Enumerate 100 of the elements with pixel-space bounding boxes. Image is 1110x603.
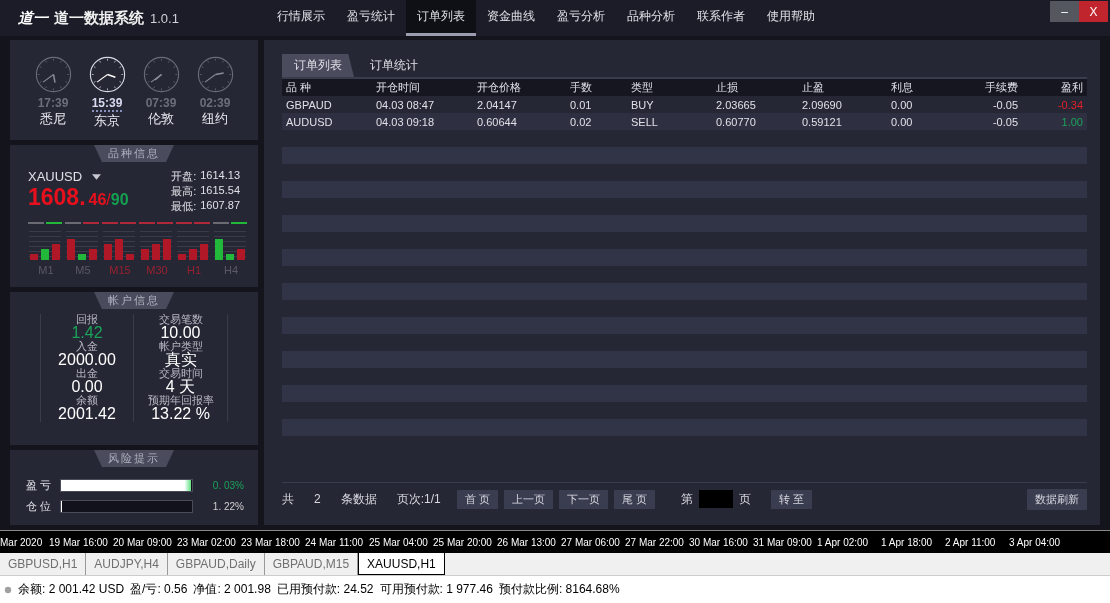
nav-tab[interactable]: 使用帮助 (756, 0, 826, 36)
nav-tab[interactable]: 盈亏统计 (336, 0, 406, 36)
time-axis-label: 20 Mar 09:00 (113, 536, 173, 548)
page-button[interactable]: 首 页 (456, 489, 498, 509)
account-value: 0.00 (71, 379, 103, 395)
clock-time: 17:39 (37, 96, 69, 110)
page-prefix: 第 (680, 490, 693, 508)
table-cell-text: 0.01 (570, 98, 593, 111)
minimize-button[interactable]: – (1050, 1, 1079, 22)
nav-tab[interactable]: 订单列表 (406, 0, 476, 36)
section-heading: 帐户信息 (94, 292, 174, 309)
chart-tab[interactable]: XAUUSD,H1 (358, 553, 445, 575)
page-button[interactable]: 下一页 (558, 489, 608, 509)
account-value: 真实 (164, 352, 197, 368)
table-cell-text: AUDUSD (286, 115, 334, 128)
app-version: 1.0.1 (150, 10, 179, 26)
bid-price: 46 (88, 191, 107, 209)
stat-label: 最低: (171, 199, 197, 214)
city-label: 纽约 (202, 110, 228, 128)
time-axis-label: 23 Mar 18:00 (241, 536, 301, 548)
table-cell-text: BUY (631, 98, 655, 111)
section-heading: 品种信息 (94, 145, 174, 162)
time-axis-label: 31 Mar 09:00 (753, 536, 813, 548)
risk-label: 盈 亏 (26, 478, 53, 493)
table-cell-text: -0.05 (991, 98, 1019, 111)
symbol-dropdown[interactable]: XAUUSD (28, 169, 102, 184)
sub-tab[interactable]: 订单列表 (282, 54, 354, 77)
stat-label: 最高: (171, 184, 197, 199)
account-label: 回报 (76, 314, 98, 325)
table-cell-text: 0.00 (891, 115, 914, 128)
nav-tab[interactable]: 行情展示 (266, 0, 336, 36)
column-header: 手数 (570, 80, 593, 95)
page-input[interactable] (698, 490, 733, 508)
page-button[interactable]: 尾 页 (613, 489, 655, 509)
account-label: 余额 (76, 395, 98, 406)
table-cell-text: 0.60644 (477, 115, 518, 128)
nav-tab[interactable]: 盈亏分析 (546, 0, 616, 36)
account-value: 13.22 % (151, 406, 210, 422)
table-cell-text: -0.05 (991, 115, 1019, 128)
table-cell-text: 0.00 (891, 98, 914, 111)
city-label: 伦敦 (148, 110, 174, 128)
close-button[interactable]: X (1079, 1, 1108, 22)
table-cell-text: 0.59121 (802, 115, 843, 128)
app-title: 道一数据系统 (54, 8, 144, 28)
total-label: 共 (282, 490, 294, 508)
table-cell-text: 2.04147 (477, 98, 518, 111)
time-axis-label: 27 Mar 06:00 (561, 536, 621, 548)
time-axis-label: 24 Mar 11:00 (305, 536, 365, 548)
clock-time: 15:39 (91, 96, 123, 112)
table-cell-text: 0.02 (570, 115, 593, 128)
section-heading: 风险提示 (94, 450, 174, 467)
status-text: 盈/亏: 0.56 (130, 581, 188, 598)
column-header: 开仓时间 (376, 80, 421, 95)
status-text: 预付款比例: 8164.68% (498, 581, 620, 598)
chart-tab[interactable]: AUDJPY,H4 (86, 553, 168, 575)
clock-time: 02:39 (199, 96, 231, 110)
nav-tab[interactable]: 资金曲线 (476, 0, 546, 36)
clock-time: 07:39 (145, 96, 177, 110)
table-cell-text: 1.00 (1060, 115, 1083, 128)
chart-tab[interactable]: GBPAUD,Daily (167, 553, 265, 575)
city-label: 东京 (94, 112, 120, 130)
status-text: 已用预付款: 24.52 (276, 581, 374, 598)
table-cell-text: 04.03 08:47 (376, 98, 436, 111)
time-axis-label: 30 Mar 16:00 (689, 536, 749, 548)
account-label: 帐户类型 (158, 341, 203, 352)
account-value: 10.00 (160, 325, 201, 341)
time-axis-label: 25 Mar 20:00 (433, 536, 493, 548)
time-axis-label: 27 Mar 22:00 (625, 536, 685, 548)
time-axis-label: 23 Mar 02:00 (177, 536, 237, 548)
price-main: 1608. (28, 184, 86, 211)
table-cell-text: SELL (631, 115, 659, 128)
stat-label: 开盘: (171, 169, 197, 184)
timeframe-label: M30 (146, 264, 168, 276)
column-header: 开仓价格 (477, 80, 522, 95)
city-label: 悉尼 (40, 110, 66, 128)
chart-tab[interactable]: GBPUSD,H1 (0, 553, 87, 575)
nav-tab[interactable]: 联系作者 (686, 0, 756, 36)
account-value: 1.42 (71, 325, 103, 341)
table-cell-text: GBPAUD (286, 98, 333, 111)
refresh-button[interactable]: 数据刷新 (1027, 488, 1087, 510)
table-cell-text: 2.03665 (716, 98, 757, 111)
timeframe-label: H1 (186, 264, 202, 276)
nav-tab[interactable]: 品种分析 (616, 0, 686, 36)
risk-reading: 1. 22% (212, 501, 244, 512)
time-axis-label: 1 Apr 18:00 (881, 536, 934, 548)
column-header: 止损 (716, 80, 739, 95)
price-separator: / (106, 191, 111, 209)
goto-button[interactable]: 转 至 (770, 489, 812, 509)
time-axis-label: 2 Apr 11:00 (945, 536, 997, 548)
status-icon (4, 585, 12, 594)
risk-label: 仓 位 (26, 499, 53, 514)
page-button[interactable]: 上一页 (503, 489, 553, 509)
status-text: 可用预付款: 1 977.46 (379, 581, 493, 598)
sub-tab[interactable]: 订单统计 (358, 54, 430, 77)
time-axis-label: 19 Mar 16:00 (49, 536, 109, 548)
status-text: 余额: 2 001.42 USD (18, 581, 125, 598)
column-header: 品 种 (286, 80, 313, 95)
column-header: 利息 (891, 80, 914, 95)
time-axis-label: 3 Apr 04:00 (1009, 536, 1062, 548)
column-header: 手续费 (984, 80, 1019, 95)
